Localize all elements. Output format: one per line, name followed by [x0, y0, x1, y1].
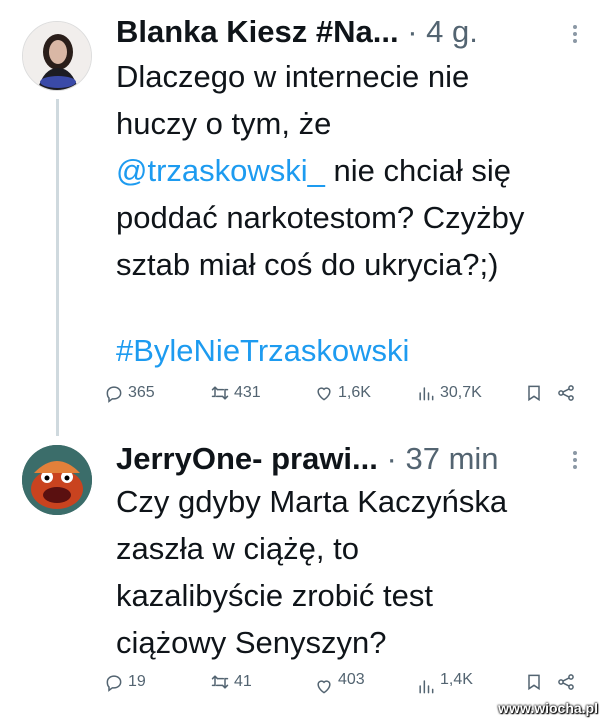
- avatar-jerryone[interactable]: [22, 445, 92, 515]
- views-count: 30,7K: [440, 384, 482, 401]
- text-line: huczy o tym, że: [116, 106, 332, 141]
- tweet-text: Czy gdyby Marta Kaczyńska zaszła w ciążę…: [116, 478, 586, 666]
- reply-button[interactable]: 365: [104, 383, 155, 403]
- avatar-blanka[interactable]: [22, 21, 92, 91]
- heart-icon: [317, 387, 331, 401]
- avatar-muppet-icon: [22, 445, 92, 515]
- repost-count: 41: [234, 673, 252, 690]
- text-fragment: nie chciał się: [324, 153, 511, 188]
- timestamp[interactable]: 4 g.: [426, 14, 478, 49]
- more-options-icon[interactable]: [570, 22, 580, 48]
- text-line: sztab miał coś do ukrycia?;): [116, 247, 499, 282]
- reply-icon: [106, 386, 122, 403]
- text-line: ciążowy Senyszyn?: [116, 625, 387, 660]
- like-count: 1,6K: [338, 384, 371, 401]
- heart-icon: [317, 680, 331, 694]
- repost-count: 431: [234, 384, 261, 401]
- action-bar: 365 431 1,6K 30,7K: [104, 383, 584, 413]
- bookmark-icon: [528, 385, 540, 402]
- text-line: zaszła w ciążę, to: [116, 531, 359, 566]
- timestamp[interactable]: 37 min: [405, 441, 498, 476]
- tweet-1[interactable]: Blanka Kiesz #Na... · 4 g. Dlaczego w in…: [0, 0, 606, 436]
- header-separator: ·: [386, 441, 397, 476]
- text-line: kazalibyście zrobić test: [116, 578, 434, 613]
- bookmark-button[interactable]: [524, 383, 544, 403]
- share-button[interactable]: [556, 672, 576, 692]
- mention-link[interactable]: @trzaskowski_: [116, 153, 325, 188]
- reply-count: 19: [128, 673, 146, 690]
- reply-count: 365: [128, 384, 155, 401]
- text-line: poddać narkotestom? Czyżby: [116, 200, 525, 235]
- views-chart-icon: [419, 680, 434, 694]
- repost-button[interactable]: 431: [210, 383, 261, 403]
- repost-button[interactable]: 41: [210, 672, 252, 692]
- author-name[interactable]: Blanka Kiesz #Na...: [116, 14, 399, 49]
- hashtag-link[interactable]: #ByleNieTrzaskowski: [116, 327, 409, 374]
- views-button[interactable]: 30,7K: [416, 383, 482, 403]
- reply-icon: [106, 675, 122, 692]
- share-button[interactable]: [556, 383, 576, 403]
- tweet-header: JerryOne- prawi... · 37 min: [116, 441, 499, 477]
- tweet-header: Blanka Kiesz #Na... · 4 g.: [116, 14, 478, 50]
- more-options-icon[interactable]: [570, 448, 580, 474]
- bookmark-icon: [528, 674, 540, 691]
- share-icon: [558, 674, 574, 690]
- header-separator: ·: [407, 14, 418, 49]
- views-chart-icon: [419, 387, 434, 401]
- like-button[interactable]: 403: [314, 664, 365, 696]
- views-button[interactable]: 1,4K: [416, 664, 473, 696]
- bookmark-button[interactable]: [524, 672, 544, 692]
- like-button[interactable]: 1,6K: [314, 383, 371, 403]
- text-line: Dlaczego w internecie nie: [116, 59, 470, 94]
- watermark: www.wiocha.pl: [498, 700, 598, 716]
- share-icon: [558, 385, 574, 401]
- like-count: 403: [338, 671, 365, 688]
- repost-icon: [211, 386, 229, 400]
- repost-icon: [211, 675, 229, 689]
- action-bar: 19 41 403 1,4K: [104, 671, 584, 702]
- text-line-with-mention: @trzaskowski_ nie chciał się: [116, 147, 586, 194]
- views-count: 1,4K: [440, 671, 473, 688]
- tweet-text: Dlaczego w internecie nie huczy o tym, ż…: [116, 53, 586, 288]
- avatar-photo-icon: [23, 22, 91, 90]
- author-name[interactable]: JerryOne- prawi...: [116, 441, 378, 476]
- reply-button[interactable]: 19: [104, 672, 146, 692]
- thread-line: [56, 99, 59, 436]
- text-line: Czy gdyby Marta Kaczyńska: [116, 484, 508, 519]
